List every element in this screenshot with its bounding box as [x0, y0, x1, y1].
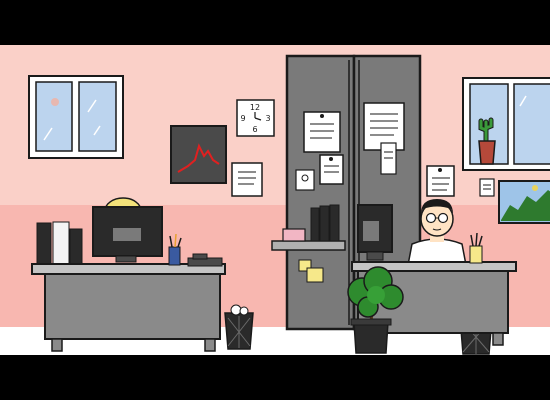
window-right: [462, 77, 550, 171]
wall-note-right: [426, 165, 455, 197]
wall-note-left: [231, 162, 263, 197]
clock-numeral-9: 9: [240, 114, 245, 123]
clock-numeral-3: 3: [265, 114, 270, 123]
cabinet-paper-2: [319, 154, 344, 185]
cabinet-paper-1: [303, 111, 341, 153]
wall-clock-icon: 12 3 6 9: [236, 99, 275, 137]
office-scene: 12 3 6 9: [0, 45, 550, 355]
cabinet-paper-5: [380, 142, 397, 175]
right-desk-monitor: [357, 204, 393, 261]
left-desk-monitor: [92, 206, 163, 263]
wall-chart-icon: [170, 125, 227, 184]
clock-numeral-6: 6: [252, 125, 257, 134]
wall-note-small: [479, 178, 495, 197]
left-desk-binders: [36, 221, 83, 267]
cabinet-paper-3: [295, 169, 315, 191]
left-desk: [31, 263, 226, 352]
clock-numeral-12: 12: [250, 103, 260, 112]
landscape-picture: [498, 180, 550, 224]
cactus-icon: [478, 117, 496, 165]
filing-cabinet-left: [285, 54, 356, 331]
game-scene: 12 3 6 9: [0, 0, 550, 400]
window-left: [28, 75, 124, 159]
